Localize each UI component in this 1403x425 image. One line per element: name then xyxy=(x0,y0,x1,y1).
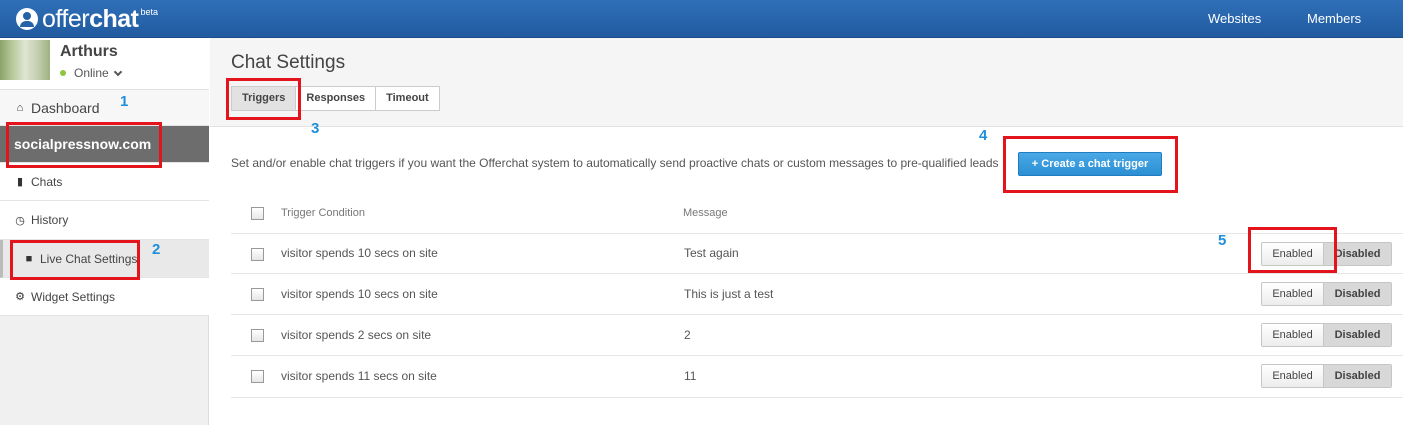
nav-members[interactable]: Members xyxy=(1307,0,1361,38)
enabled-toggle: Enabled Disabled xyxy=(1261,282,1392,306)
sidebar: Arthurs Online ⌂ Dashboard socialpressno… xyxy=(0,38,209,425)
trigger-condition: visitor spends 10 secs on site xyxy=(281,246,438,260)
row-checkbox[interactable] xyxy=(251,370,264,383)
sidebar-item-label: Widget Settings xyxy=(31,289,116,304)
annotation-number-2: 2 xyxy=(152,241,161,258)
row-checkbox[interactable] xyxy=(251,288,264,301)
sidebar-item-history[interactable]: ◷ History xyxy=(0,201,209,240)
tab-timeout[interactable]: Timeout xyxy=(375,86,440,111)
user-name: Arthurs xyxy=(60,43,118,60)
sidebar-item-chats[interactable]: ▮ Chats xyxy=(0,163,209,201)
annotation-number-1: 1 xyxy=(120,93,129,110)
table-row: visitor spends 10 secs on site This is j… xyxy=(231,274,1403,315)
column-header-message: Message xyxy=(683,207,728,219)
beta-badge: beta xyxy=(140,7,159,17)
column-header-trigger-condition: Trigger Condition xyxy=(281,207,365,219)
sidebar-item-widget-settings[interactable]: ⚙ Widget Settings xyxy=(0,278,209,316)
trigger-condition: visitor spends 11 secs on site xyxy=(281,369,437,383)
disabled-button[interactable]: Disabled xyxy=(1324,283,1391,305)
gear-icon: ⚙ xyxy=(15,291,25,303)
home-icon: ⌂ xyxy=(16,101,24,114)
table-row: visitor spends 10 secs on site Test agai… xyxy=(231,234,1403,274)
enabled-toggle: Enabled Disabled xyxy=(1261,364,1392,388)
sidebar-item-dashboard[interactable]: ⌂ Dashboard xyxy=(0,90,209,126)
row-checkbox[interactable] xyxy=(251,329,264,342)
tab-responses[interactable]: Responses xyxy=(295,86,377,111)
highlight-box-create-trigger xyxy=(1003,136,1178,193)
enabled-button[interactable]: Enabled xyxy=(1262,324,1324,346)
enabled-toggle: Enabled Disabled xyxy=(1261,323,1392,347)
trigger-condition: visitor spends 2 secs on site xyxy=(281,328,432,342)
avatar xyxy=(0,40,50,80)
annotation-number-3: 3 xyxy=(311,120,320,137)
settings-header: Chat Settings Triggers Responses Timeout xyxy=(210,38,1403,127)
highlight-box-triggers-tab xyxy=(226,78,301,120)
top-bar: offer chat beta Websites Members xyxy=(0,0,1403,38)
chat-bubble-logo-icon xyxy=(16,8,38,30)
trigger-condition: visitor spends 10 secs on site xyxy=(281,287,438,301)
sidebar-item-label: Dashboard xyxy=(31,99,100,116)
trigger-message: This is just a test xyxy=(684,287,774,301)
enabled-button[interactable]: Enabled xyxy=(1262,283,1324,305)
row-checkbox[interactable] xyxy=(251,248,264,261)
annotation-number-4: 4 xyxy=(979,127,988,144)
logo-text-offer: offer xyxy=(42,4,90,33)
speech-bubble-icon: ▮ xyxy=(16,176,24,188)
highlight-box-live-chat-settings xyxy=(10,240,140,280)
table-header: Trigger Condition Message xyxy=(231,194,1403,234)
nav-websites[interactable]: Websites xyxy=(1208,0,1261,38)
triggers-description: Set and/or enable chat triggers if you w… xyxy=(231,156,999,170)
highlight-box-enabled-toggle xyxy=(1248,227,1337,273)
trigger-message: 11 xyxy=(684,369,697,383)
user-panel: Arthurs Online xyxy=(0,38,209,90)
highlight-box-site xyxy=(6,122,162,168)
annotation-number-5: 5 xyxy=(1218,232,1227,249)
trigger-message: Test again xyxy=(684,246,739,260)
clock-icon: ◷ xyxy=(15,214,25,227)
status-dropdown[interactable]: Online xyxy=(60,66,122,80)
disabled-button[interactable]: Disabled xyxy=(1324,365,1391,387)
offerchat-logo[interactable]: offer chat beta xyxy=(16,5,158,33)
table-row: visitor spends 11 secs on site 11 Enable… xyxy=(231,356,1403,398)
online-dot-icon xyxy=(60,70,66,76)
trigger-message: 2 xyxy=(684,328,691,342)
sidebar-item-label: History xyxy=(31,213,69,227)
status-label: Online xyxy=(74,66,109,80)
sidebar-item-label: Chats xyxy=(31,174,63,189)
page-title: Chat Settings xyxy=(231,52,346,73)
select-all-checkbox[interactable] xyxy=(251,207,264,220)
chevron-down-icon xyxy=(113,67,122,76)
table-row: visitor spends 2 secs on site 2 Enabled … xyxy=(231,315,1403,356)
disabled-button[interactable]: Disabled xyxy=(1324,324,1391,346)
enabled-button[interactable]: Enabled xyxy=(1262,365,1324,387)
logo-text-chat: chat xyxy=(89,4,139,33)
